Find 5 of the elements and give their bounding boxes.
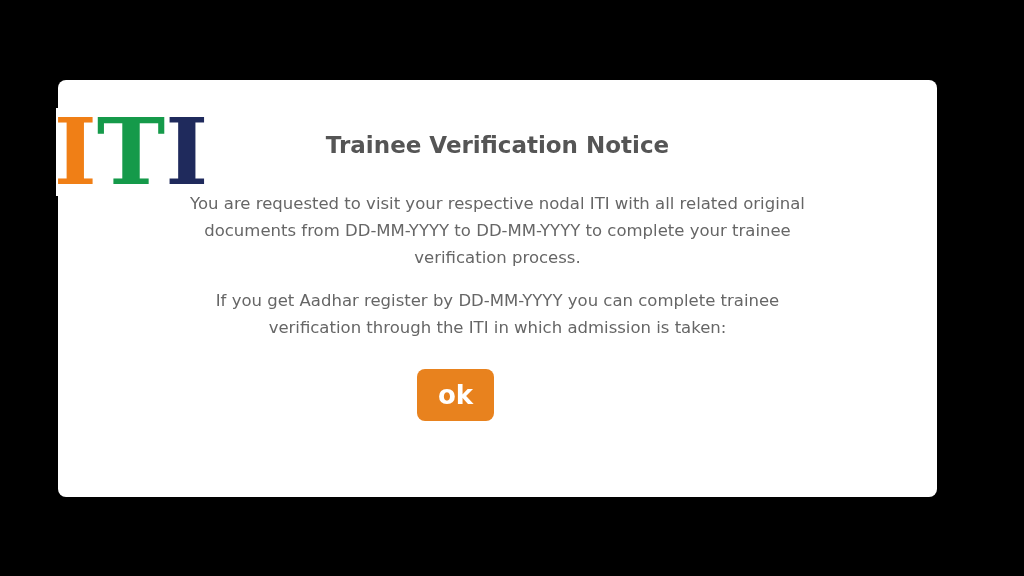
dialog-title: Trainee Verification Notice [324, 132, 671, 158]
ok-button[interactable]: ok [417, 369, 494, 421]
logo-letter: T [96, 106, 166, 198]
notice-paragraph: If you get Aadhar register by DD-MM-YYYY you can complete trainee verification through the ITI in which admission is taken: [214, 290, 781, 339]
logo-letter: I [53, 106, 97, 198]
